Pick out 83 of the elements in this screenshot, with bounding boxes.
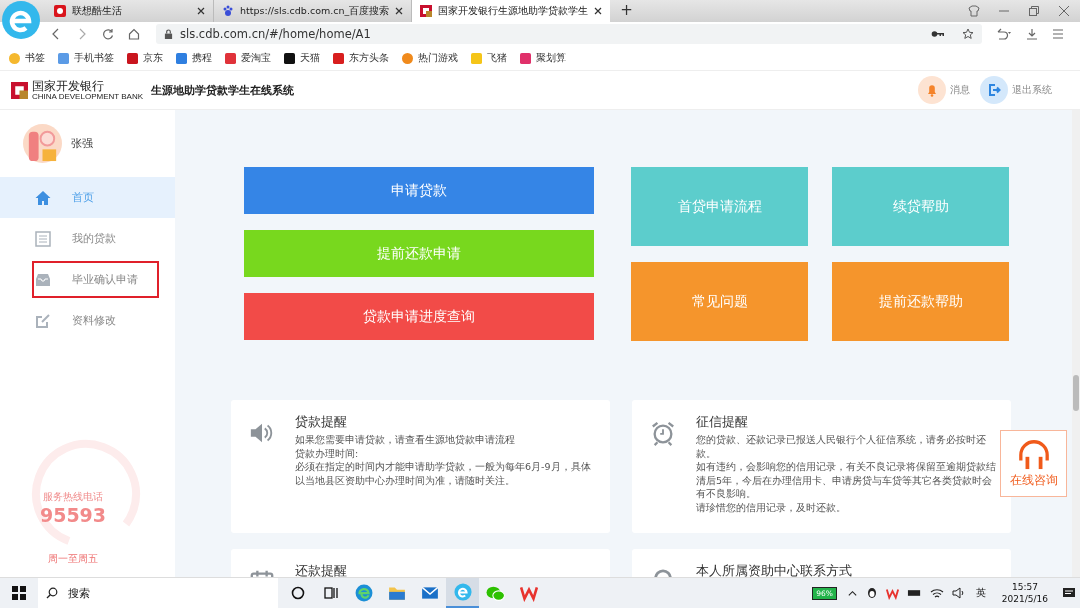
edit-icon: [35, 312, 51, 329]
avatar-icon: [23, 124, 62, 163]
skin-icon[interactable]: [968, 5, 980, 17]
messages-link[interactable]: 消息: [918, 76, 970, 104]
clock-date: 2021/5/16: [1001, 593, 1048, 605]
folder-icon: [387, 584, 406, 602]
bookmark-link[interactable]: 热门游戏: [402, 51, 458, 65]
key-icon[interactable]: [931, 30, 945, 38]
edge-icon: [354, 584, 373, 602]
card-text: 请珍惜您的信用记录，及时还款。: [696, 500, 847, 514]
home-icon[interactable]: [128, 28, 140, 40]
bookmark-link[interactable]: 携程: [176, 51, 212, 65]
card-title: 征信提醒: [696, 414, 749, 431]
chat-bubbles-icon: [486, 584, 505, 602]
action-button[interactable]: 贷款申请进度查询: [244, 293, 594, 340]
hotline-label: 服务热线电话: [43, 490, 103, 504]
wps-icon: [519, 584, 538, 602]
app-icon: [54, 5, 66, 17]
nav-item[interactable]: 资料修改: [0, 300, 175, 341]
maximize-icon[interactable]: [1028, 5, 1040, 17]
notification-icon[interactable]: [1062, 587, 1076, 599]
bookmark-link[interactable]: 聚划算: [520, 51, 566, 65]
close-icon[interactable]: [395, 7, 404, 15]
nav-item[interactable]: 我的贷款: [0, 218, 175, 259]
new-tab-button[interactable]: +: [620, 1, 633, 19]
bookmark-link[interactable]: 京东: [127, 51, 163, 65]
bank-name: 国家开发银行: [32, 79, 104, 92]
bell-icon: [918, 76, 946, 104]
bank-logo-icon: [11, 81, 28, 99]
action-button[interactable]: 申请贷款: [244, 167, 594, 214]
list-icon: [35, 230, 51, 247]
circle-icon: [289, 585, 306, 601]
home-icon: [35, 189, 51, 206]
scrollbar[interactable]: [1072, 110, 1080, 577]
logout-link[interactable]: 退出系统: [980, 76, 1052, 104]
bank-name-english: CHINA DEVELOPMENT BANK: [32, 91, 143, 101]
volume-icon[interactable]: [951, 587, 966, 599]
card-text: 贷款办理时间:: [295, 446, 360, 460]
paw-icon: [222, 5, 234, 17]
undo-icon[interactable]: [996, 28, 1012, 40]
service-hours: 周一至周五: [48, 552, 98, 566]
input-language-indicator[interactable]: 英: [975, 586, 986, 600]
download-icon[interactable]: [1026, 28, 1038, 40]
bookmark-link[interactable]: 飞猪: [471, 51, 507, 65]
bank-logo-icon: [420, 5, 433, 17]
card-text: 如有违约，会影响您的信用记录，有关不良记录将保留至逾期贷款结清后5年，今后在办理信用卡、申请房贷与车贷等其它各类贷款时会有不良影响。: [696, 460, 997, 501]
inbox-icon: [35, 271, 51, 288]
taskbar-search-field[interactable]: 搜索: [38, 578, 278, 608]
address-field[interactable]: sls.cdb.com.cn/#/home/home/A1: [156, 24, 982, 44]
bookmark-link[interactable]: 书签: [9, 51, 45, 65]
browser-tab[interactable]: 国家开发银行生源地助学贷款学生: [412, 0, 611, 22]
system-title: 生源地助学贷款学生在线系统: [151, 82, 294, 98]
close-icon[interactable]: [594, 7, 603, 15]
online-consult-button[interactable]: 在线咨询: [1000, 430, 1067, 497]
bookmark-link[interactable]: 手机书签: [58, 51, 114, 65]
wps-icon[interactable]: [885, 586, 899, 600]
alarm-clock-icon: [650, 420, 676, 446]
search-icon: [46, 587, 58, 599]
card-title: 本人所属资助中心联系方式: [696, 563, 852, 577]
card-text: 您的贷款、还款记录已报送人民银行个人征信系统，请务必按时还款。: [696, 433, 987, 460]
bookmark-link[interactable]: 爱淘宝: [225, 51, 271, 65]
windows-start-icon[interactable]: [12, 586, 26, 600]
card-title: 还款提醒: [295, 563, 347, 577]
bookmark-link[interactable]: 东方头条: [333, 51, 389, 65]
battery-icon[interactable]: [906, 588, 922, 598]
card-text: 必须在指定的时间内才能申请助学贷款，一般为每年6月-9月，具体以当地县区资助中心办理时间为准，请随时关注。: [295, 460, 592, 487]
lock-icon: [164, 28, 173, 40]
user-name: 张强: [71, 136, 93, 151]
logout-icon: [980, 76, 1008, 104]
nav-item[interactable]: 毕业确认申请: [0, 259, 175, 300]
mail-icon: [420, 584, 439, 602]
star-icon[interactable]: [962, 28, 974, 40]
card-title: 贷款提醒: [295, 414, 348, 431]
browser-icon: [453, 583, 472, 601]
penguin-icon[interactable]: [865, 587, 878, 599]
hotline-number: 95593: [39, 504, 107, 526]
wifi-icon[interactable]: [929, 587, 944, 599]
task-view-icon: [322, 585, 339, 601]
reload-icon[interactable]: [102, 28, 114, 40]
close-icon[interactable]: [197, 7, 205, 15]
clock-time: 15:57: [1011, 581, 1038, 593]
bookmark-link[interactable]: 天猫: [284, 51, 320, 65]
card-text: 如果您需要申请贷款，请查看生源地贷款申请流程: [295, 433, 516, 447]
